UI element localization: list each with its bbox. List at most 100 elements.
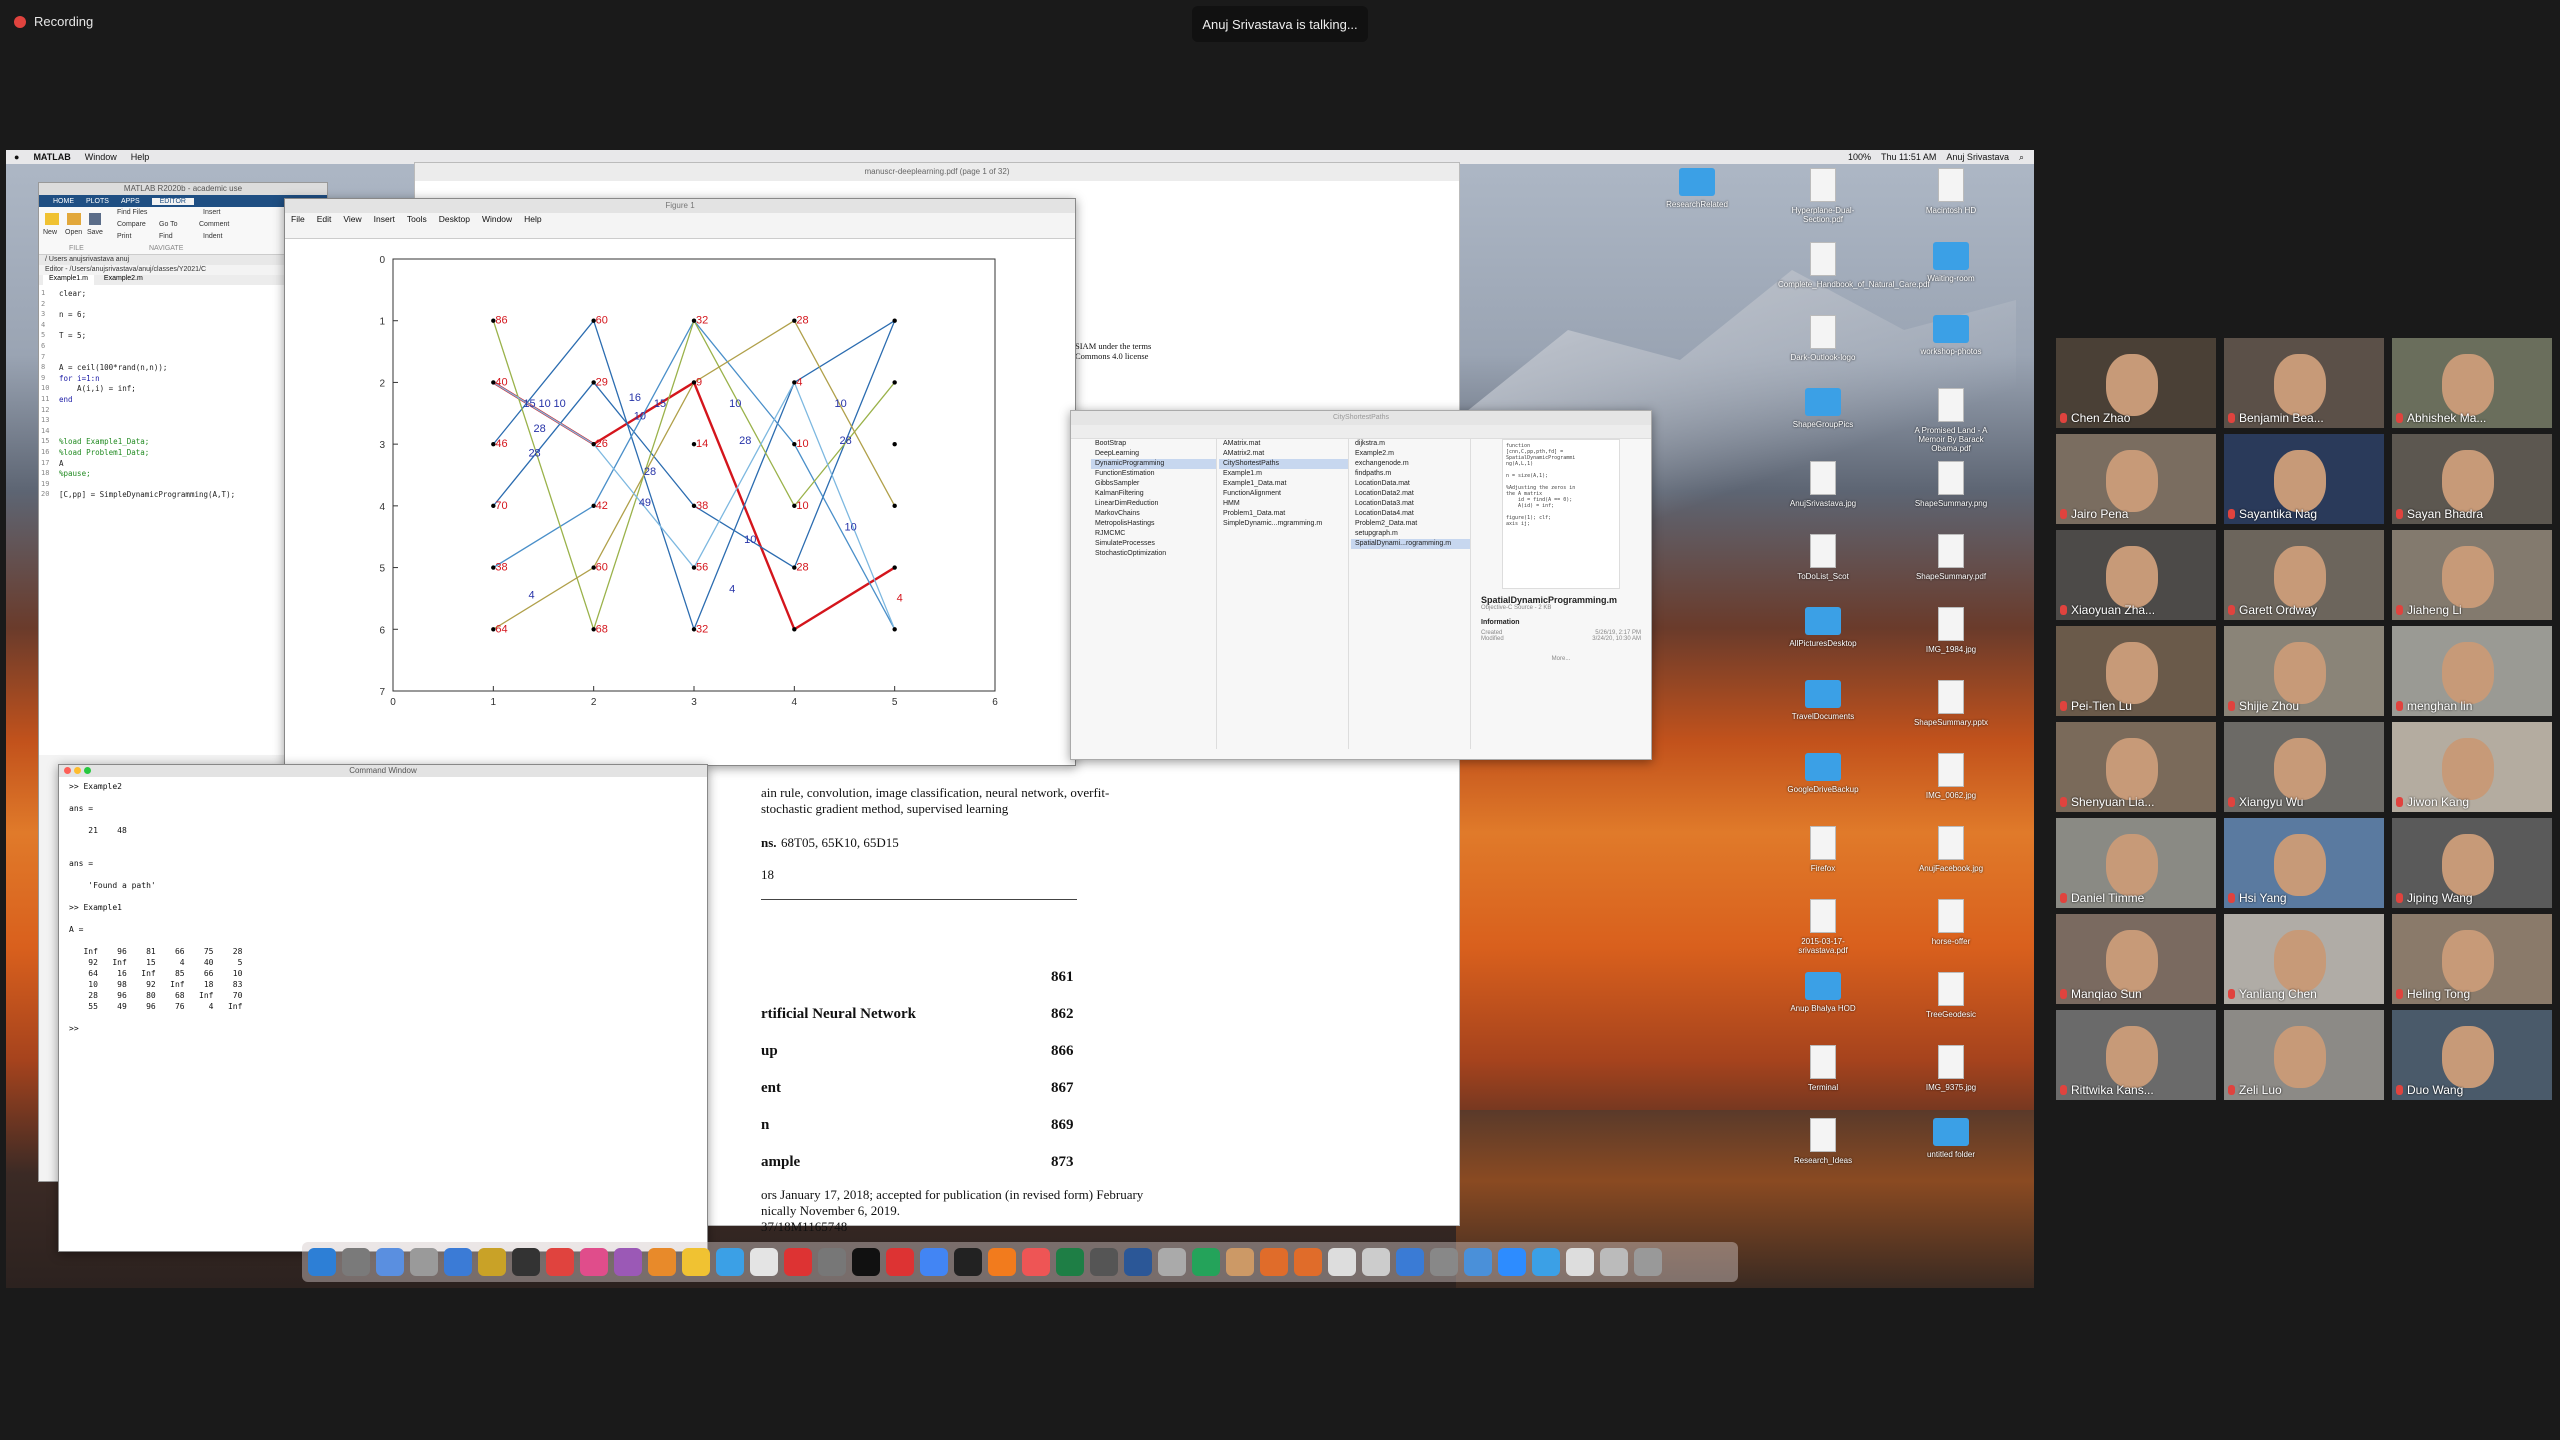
dock-app-icon[interactable] — [1226, 1248, 1254, 1276]
menu-app-name[interactable]: MATLAB — [33, 152, 70, 162]
participant-tile[interactable]: Duo Wang — [2392, 1010, 2552, 1100]
battery-label[interactable]: 100% — [1848, 152, 1871, 163]
open-button[interactable]: Open — [65, 229, 82, 236]
participant-tile[interactable]: Sayan Bhadra — [2392, 434, 2552, 524]
participant-tile[interactable]: Pei-Tien Lu — [2056, 626, 2216, 716]
fig-menu-desktop[interactable]: Desktop — [439, 214, 470, 224]
dock-app-icon[interactable] — [682, 1248, 710, 1276]
recording-indicator[interactable]: Recording — [14, 14, 93, 29]
finder-item[interactable]: setupgraph.m — [1351, 529, 1470, 539]
desktop-icon[interactable]: Macintosh HD — [1906, 168, 1996, 215]
code-line[interactable]: end — [59, 395, 73, 404]
dock-app-icon[interactable] — [1056, 1248, 1084, 1276]
finder-item[interactable]: DeepLearning — [1091, 449, 1216, 459]
desktop-icon[interactable]: A Promised Land - A Memoir By Barack Oba… — [1906, 388, 1996, 453]
finder-item[interactable]: SimpleDynamic...mgramming.m — [1219, 519, 1348, 529]
desktop-icon[interactable]: AllPicturesDesktop — [1778, 607, 1868, 648]
desktop-icon[interactable]: TravelDocuments — [1778, 680, 1868, 721]
desktop-icon[interactable]: IMG_0062.jpg — [1906, 753, 1996, 800]
participant-tile[interactable]: Chen Zhao — [2056, 338, 2216, 428]
participant-tile[interactable]: Benjamin Bea... — [2224, 338, 2384, 428]
fig-menu-window[interactable]: Window — [482, 214, 512, 224]
finder-item[interactable]: Problem1_Data.mat — [1219, 509, 1348, 519]
fig-menu-view[interactable]: View — [343, 214, 361, 224]
desktop-icon[interactable]: ShapeGroupPics — [1778, 388, 1868, 429]
dock-app-icon[interactable] — [1294, 1248, 1322, 1276]
code-line[interactable]: %load Example1_Data; — [59, 437, 149, 446]
desktop-icon[interactable]: TreeGeodesic — [1906, 972, 1996, 1019]
finder-item[interactable]: findpaths.m — [1351, 469, 1470, 479]
participant-tile[interactable]: Jiaheng Li — [2392, 530, 2552, 620]
finder-item[interactable]: LocationData4.mat — [1351, 509, 1470, 519]
dock-app-icon[interactable] — [1158, 1248, 1186, 1276]
save-icon[interactable] — [89, 213, 101, 225]
finder-item[interactable]: LocationData.mat — [1351, 479, 1470, 489]
participant-tile[interactable]: Manqiao Sun — [2056, 914, 2216, 1004]
desktop-icon[interactable]: ResearchRelated — [1652, 168, 1742, 209]
desktop-icon[interactable]: horse-offer — [1906, 899, 1996, 946]
participant-tile[interactable]: Hsi Yang — [2224, 818, 2384, 908]
menu-window[interactable]: Window — [85, 152, 117, 162]
desktop-icon[interactable]: Research_Ideas — [1778, 1118, 1868, 1165]
code-line[interactable]: [C,pp] = SimpleDynamicProgramming(A,T); — [59, 490, 235, 499]
finder-item[interactable]: FunctionAlignment — [1219, 489, 1348, 499]
finder-item[interactable]: BootStrap — [1091, 439, 1216, 449]
fig-menu-tools[interactable]: Tools — [407, 214, 427, 224]
dock-app-icon[interactable] — [1192, 1248, 1220, 1276]
desktop-icon[interactable]: Complete_Handbook_of_Natural_Care.pdf — [1778, 242, 1930, 289]
dock-app-icon[interactable] — [512, 1248, 540, 1276]
finder-item[interactable]: StochasticOptimization — [1091, 549, 1216, 559]
dock-app-icon[interactable] — [342, 1248, 370, 1276]
code-line[interactable]: n = 6; — [59, 310, 86, 319]
desktop-icon[interactable]: 2015-03-17-srivastava.pdf — [1778, 899, 1868, 955]
fig-menu-file[interactable]: File — [291, 214, 305, 224]
desktop-icon[interactable]: ShapeSummary.pdf — [1906, 534, 1996, 581]
dock-app-icon[interactable] — [648, 1248, 676, 1276]
dock-app-icon[interactable] — [546, 1248, 574, 1276]
dock-app-icon[interactable] — [886, 1248, 914, 1276]
toc-entry-title[interactable]: ent — [761, 1080, 781, 1097]
finder-item[interactable]: SpatialDynami...rogramming.m — [1351, 539, 1470, 549]
dock-app-icon[interactable] — [1022, 1248, 1050, 1276]
finder-item[interactable]: LinearDimReduction — [1091, 499, 1216, 509]
finder-item[interactable]: Example1_Data.mat — [1219, 479, 1348, 489]
finder-item[interactable]: RJMCMC — [1091, 529, 1216, 539]
dock-app-icon[interactable] — [920, 1248, 948, 1276]
apple-icon[interactable]: ● — [14, 152, 19, 162]
desktop-icon[interactable]: Hyperplane-Dual-Section.pdf — [1778, 168, 1868, 224]
desktop-icon[interactable]: AnujFacebook.jpg — [1906, 826, 1996, 873]
dock-app-icon[interactable] — [1600, 1248, 1628, 1276]
code-line[interactable]: A(i,i) = inf; — [59, 384, 136, 393]
toc-entry-title[interactable]: ample — [761, 1154, 800, 1171]
participant-tile[interactable]: Abhishek Ma... — [2392, 338, 2552, 428]
dock-app-icon[interactable] — [444, 1248, 472, 1276]
open-icon[interactable] — [67, 213, 81, 225]
tab-plots[interactable]: PLOTS — [86, 198, 109, 205]
dock-app-icon[interactable] — [308, 1248, 336, 1276]
find-files-button[interactable]: Find Files — [117, 209, 147, 216]
desktop-icon[interactable]: Dark-Outlook-logo — [1778, 315, 1868, 362]
finder-item[interactable]: dijkstra.m — [1351, 439, 1470, 449]
save-button[interactable]: Save — [87, 229, 103, 236]
desktop-icon[interactable]: AnujSrivastava.jpg — [1778, 461, 1868, 508]
participant-tile[interactable]: Xiangyu Wu — [2224, 722, 2384, 812]
indent-button[interactable]: Indent — [203, 233, 222, 240]
fig-menu-insert[interactable]: Insert — [374, 214, 395, 224]
toc-entry-title[interactable]: up — [761, 1043, 778, 1060]
tab-apps[interactable]: APPS — [121, 198, 140, 205]
dock-app-icon[interactable] — [954, 1248, 982, 1276]
desktop-icon[interactable]: Firefox — [1778, 826, 1868, 873]
desktop-icon[interactable]: ShapeSummary.pptx — [1906, 680, 1996, 727]
code-line[interactable]: for i=1:n — [59, 374, 100, 383]
dock-app-icon[interactable] — [1328, 1248, 1356, 1276]
finder-item[interactable]: LocationData2.mat — [1351, 489, 1470, 499]
code-line[interactable]: %pause; — [59, 469, 91, 478]
dock-app-icon[interactable] — [1566, 1248, 1594, 1276]
goto-button[interactable]: Go To — [159, 221, 178, 228]
dock-app-icon[interactable] — [784, 1248, 812, 1276]
code-line[interactable]: T = 5; — [59, 331, 86, 340]
comment-button[interactable]: Comment — [199, 221, 229, 228]
finder-item[interactable]: SimulateProcesses — [1091, 539, 1216, 549]
close-icon[interactable] — [64, 767, 71, 774]
print-button[interactable]: Print — [117, 233, 131, 240]
